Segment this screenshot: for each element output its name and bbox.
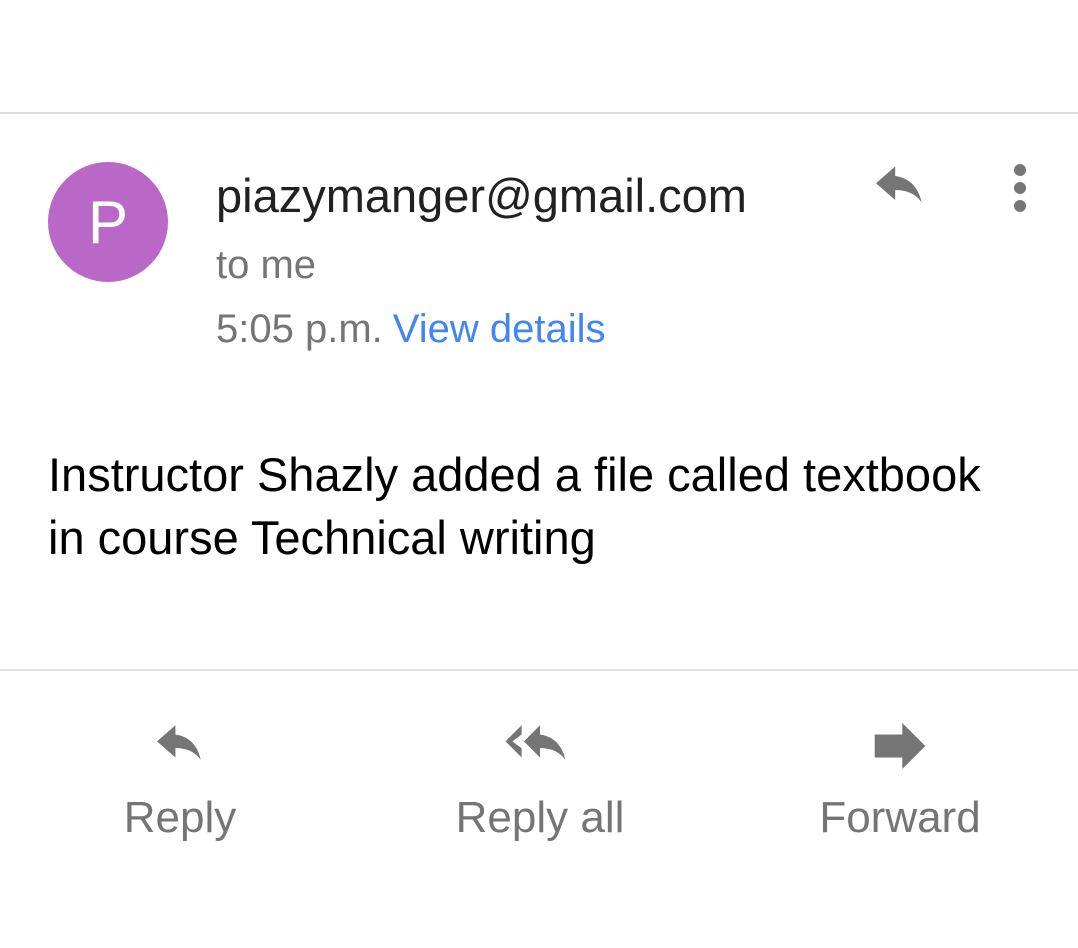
reply-icon: [876, 166, 922, 203]
recipient-label: to me: [216, 243, 317, 287]
bottom-divider: [0, 669, 1078, 671]
sender-address: piazymanger@gmail.com: [216, 169, 747, 222]
email-body: Instructor Shazly added a file called te…: [48, 448, 981, 564]
top-divider: [0, 112, 1078, 114]
forward-button[interactable]: Forward: [780, 710, 1020, 860]
forward-icon: [874, 723, 926, 769]
reply-label: Reply: [123, 793, 237, 842]
email-time: 5:05 p.m.: [216, 307, 383, 351]
forward-label: Forward: [819, 793, 981, 842]
email-meta-row: 5:05 p.m. View details: [216, 304, 605, 354]
more-options-button[interactable]: [996, 156, 1044, 220]
reply-icon: [157, 725, 201, 760]
reply-all-button[interactable]: Reply all: [420, 710, 660, 860]
view-details-link[interactable]: View details: [393, 307, 606, 351]
reply-all-label: Reply all: [455, 793, 625, 842]
more-vert-icon: [1014, 164, 1026, 212]
reply-all-icon: [505, 725, 566, 760]
avatar-letter: P: [87, 188, 129, 256]
header-reply-button[interactable]: [868, 160, 932, 216]
reply-button[interactable]: Reply: [60, 710, 300, 860]
sender-avatar[interactable]: P: [48, 162, 168, 282]
